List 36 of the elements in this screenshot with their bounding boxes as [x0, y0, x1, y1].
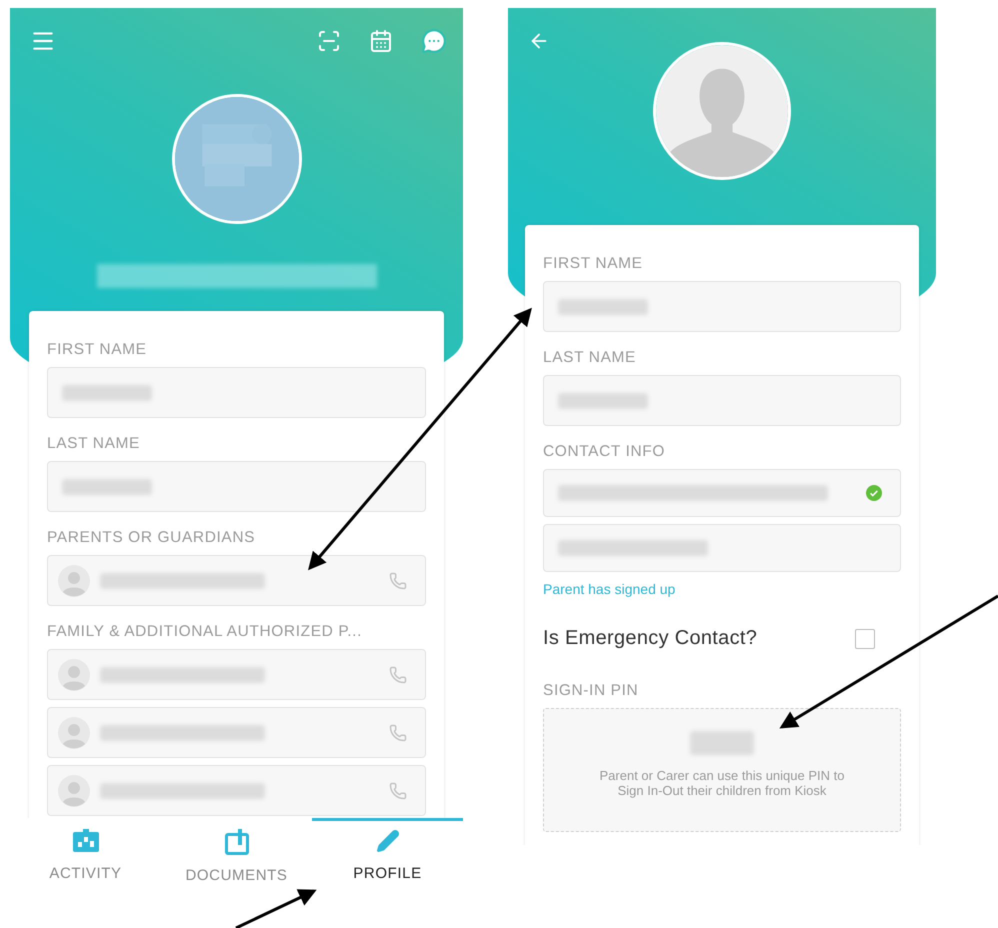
chat-icon[interactable] — [421, 28, 447, 54]
section-label: FAMILY & ADDITIONAL AUTHORIZED P... — [47, 623, 364, 641]
contact-row[interactable] — [47, 649, 426, 700]
phone-icon[interactable] — [389, 572, 407, 590]
field-label: FIRST NAME — [47, 341, 148, 359]
field-label: CONTACT INFO — [543, 443, 666, 461]
scan-icon[interactable] — [317, 29, 341, 53]
field-label: FIRST NAME — [543, 255, 644, 273]
input-field[interactable] — [543, 281, 901, 332]
document-icon — [224, 829, 248, 855]
input-field[interactable] — [543, 375, 901, 426]
emergency-checkbox[interactable] — [855, 628, 875, 648]
input-field[interactable] — [543, 524, 901, 572]
person-icon — [58, 658, 90, 690]
input-field[interactable] — [47, 367, 426, 418]
input-field[interactable] — [543, 469, 901, 517]
section-label: PARENTS OR GUARDIANS — [47, 529, 256, 547]
field-label: LAST NAME — [543, 349, 637, 367]
phone-icon[interactable] — [389, 782, 407, 800]
board-icon — [72, 829, 100, 853]
phone-icon[interactable] — [389, 724, 407, 742]
person-icon — [58, 774, 90, 806]
pin-note: Parent or Carer can use this unique PIN to Sign In-Out their children from Kiosk — [598, 769, 846, 798]
person-icon — [58, 716, 90, 748]
field-label: LAST NAME — [47, 435, 141, 453]
phone-icon[interactable] — [389, 666, 407, 684]
person-icon — [58, 564, 90, 596]
contact-row[interactable] — [47, 555, 426, 606]
calendar-icon[interactable] — [369, 29, 393, 53]
signed-up-link[interactable]: Parent has signed up — [543, 581, 676, 597]
checkbox-label: Is Emergency Contact? — [543, 627, 758, 650]
contact-row[interactable] — [47, 765, 426, 816]
input-field[interactable] — [47, 461, 426, 512]
field-label: SIGN-IN PIN — [543, 682, 640, 700]
contact-row[interactable] — [47, 707, 426, 758]
pencil-icon — [376, 829, 400, 853]
